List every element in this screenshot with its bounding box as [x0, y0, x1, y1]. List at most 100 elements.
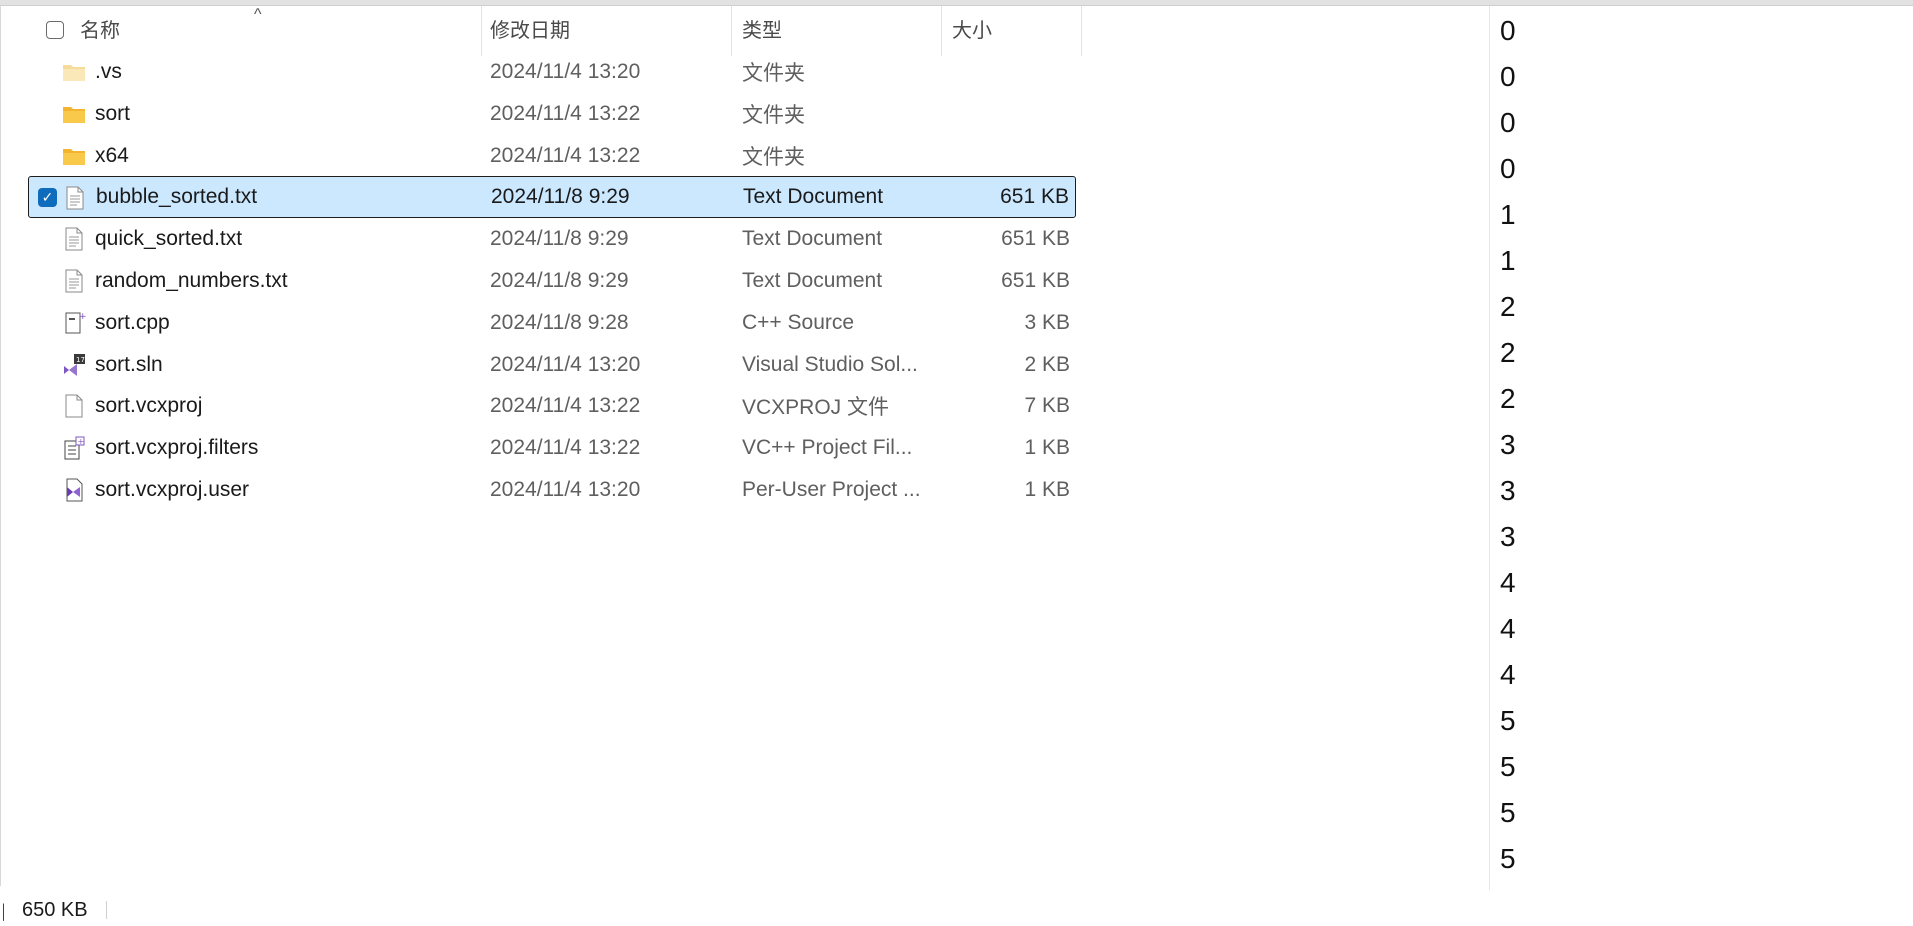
file-modified-date: 2024/11/4 13:22 — [490, 101, 641, 125]
file-modified-date: 2024/11/4 13:22 — [490, 436, 641, 460]
file-name[interactable]: sort.sln — [95, 344, 163, 386]
file-name[interactable]: sort.vcxproj — [95, 385, 202, 427]
status-bar: 目 650 KB — [0, 895, 107, 925]
file-size: 1 KB — [1024, 478, 1070, 501]
file-type: 文件夹 — [742, 145, 805, 169]
text-line: 5 — [1500, 705, 1516, 736]
column-header-name[interactable]: 名称 — [80, 6, 482, 56]
vs-user-file-icon — [61, 477, 87, 503]
svg-text:17: 17 — [76, 356, 85, 364]
text-line: 4 — [1500, 659, 1516, 690]
text-line: 0 — [1500, 153, 1516, 184]
file-row[interactable]: sort.vcxproj.user 2024/11/4 13:20 Per-User… — [28, 469, 1076, 511]
file-name[interactable]: sort.cpp — [95, 302, 170, 344]
svg-text:+: + — [78, 437, 85, 446]
text-line: 2 — [1500, 337, 1516, 368]
file-name[interactable]: sort.vcxproj.user — [95, 469, 249, 511]
file-name[interactable]: .vs — [95, 51, 122, 93]
file-row[interactable]: sort 2024/11/4 13:22 文件夹 — [28, 93, 1076, 135]
file-type: Per-User Project ... — [742, 478, 921, 501]
folder-light-icon — [61, 59, 87, 85]
file-type: Text Document — [742, 269, 883, 292]
column-header-size[interactable]: 大小 — [942, 6, 1082, 56]
file-modified-date: 2024/11/8 9:29 — [490, 227, 629, 251]
file-name[interactable]: random_numbers.txt — [95, 260, 288, 302]
text-line: 1 — [1500, 199, 1516, 230]
project-filters-icon: + — [61, 435, 87, 461]
file-type: Visual Studio Sol... — [742, 352, 918, 376]
text-line: 2 — [1500, 291, 1516, 322]
column-header-row: 名称 ^ 修改日期 类型 大小 — [0, 6, 1082, 56]
folder-icon — [61, 101, 87, 127]
file-size: 2 KB — [1024, 352, 1070, 376]
column-header-name-label: 名称 — [80, 20, 120, 42]
status-item-count-fragment: 目 — [0, 896, 4, 925]
file-row[interactable]: + sort.cpp 2024/11/8 9:28 C++ Source 3 KB — [28, 302, 1076, 344]
text-line: 1 — [1500, 245, 1516, 276]
text-document-icon — [61, 226, 87, 252]
status-selected-size: 650 KB — [22, 898, 88, 921]
select-all-checkbox[interactable] — [46, 21, 64, 39]
text-line: 3 — [1500, 475, 1516, 506]
file-name[interactable]: sort — [95, 93, 130, 135]
text-document-icon — [62, 185, 88, 211]
file-size: 3 KB — [1024, 310, 1070, 334]
file-modified-date: 2024/11/4 13:22 — [490, 394, 641, 418]
text-line: 5 — [1500, 843, 1516, 874]
cpp-source-icon: + — [61, 310, 87, 336]
text-line: 2 — [1500, 383, 1516, 414]
text-document-icon — [61, 268, 87, 294]
text-line: 5 — [1500, 797, 1516, 828]
sort-ascending-icon: ^ — [254, 6, 262, 23]
file-row[interactable]: sort.vcxproj 2024/11/4 13:22 VCXPROJ 文件 7 K… — [28, 385, 1076, 427]
row-checkbox-checked[interactable]: ✓ — [38, 188, 57, 208]
file-name[interactable]: quick_sorted.txt — [95, 218, 242, 260]
file-modified-date: 2024/11/4 13:20 — [490, 60, 641, 83]
file-row[interactable]: random_numbers.txt 2024/11/8 9:29 Text Doc… — [28, 260, 1076, 302]
column-header-type-label: 类型 — [742, 20, 782, 42]
column-header-type[interactable]: 类型 — [732, 6, 942, 56]
file-name[interactable]: sort.vcxproj.filters — [95, 427, 258, 469]
column-header-date[interactable]: 修改日期 — [482, 6, 732, 56]
file-name[interactable]: bubble_sorted.txt — [96, 177, 257, 217]
text-line: 4 — [1500, 567, 1516, 598]
file-modified-date: 2024/11/8 9:29 — [490, 269, 629, 292]
text-line: 4 — [1500, 613, 1516, 644]
status-separator — [105, 901, 107, 919]
text-preview-pane: 0 0 0 0 1 1 2 2 2 3 3 3 4 4 4 5 5 5 5 — [1500, 8, 1560, 882]
file-row[interactable]: quick_sorted.txt 2024/11/8 9:29 Text Docum… — [28, 218, 1076, 260]
file-size: 651 KB — [1000, 185, 1069, 209]
text-line: 0 — [1500, 15, 1516, 46]
file-modified-date: 2024/11/4 13:20 — [490, 478, 641, 501]
file-size: 651 KB — [1001, 269, 1070, 292]
file-name[interactable]: x64 — [95, 135, 129, 177]
folder-icon — [61, 143, 87, 169]
file-modified-date: 2024/11/8 9:28 — [490, 310, 629, 334]
file-type: 文件夹 — [742, 62, 805, 85]
file-type: C++ Source — [742, 310, 855, 334]
text-line: 3 — [1500, 521, 1516, 552]
pane-divider[interactable] — [1489, 6, 1490, 890]
file-type: Text Document — [743, 185, 884, 209]
svg-text:+: + — [79, 312, 87, 322]
file-type: Text Document — [742, 227, 883, 251]
visual-studio-solution-icon: 17 — [61, 352, 87, 378]
file-size: 651 KB — [1001, 227, 1070, 251]
blank-file-icon — [61, 393, 87, 419]
text-line: 0 — [1500, 61, 1516, 92]
file-modified-date: 2024/11/8 9:29 — [491, 185, 630, 209]
column-header-size-label: 大小 — [952, 20, 992, 42]
file-type: VC++ Project Fil... — [742, 436, 913, 460]
file-size: 7 KB — [1024, 394, 1070, 418]
file-row[interactable]: .vs 2024/11/4 13:20 文件夹 — [28, 51, 1076, 93]
column-header-date-label: 修改日期 — [490, 20, 570, 42]
file-type: VCXPROJ 文件 — [742, 396, 890, 420]
file-row[interactable]: ✓ bubble_sorted.txt 2024/11/8 9:29 Text Doc… — [28, 176, 1076, 219]
file-row[interactable]: x64 2024/11/4 13:22 文件夹 — [28, 135, 1076, 177]
file-row[interactable]: 17 sort.sln 2024/11/4 13:20 Visual Studio S… — [28, 344, 1076, 386]
file-modified-date: 2024/11/4 13:22 — [490, 143, 641, 167]
file-modified-date: 2024/11/4 13:20 — [490, 352, 641, 376]
file-type: 文件夹 — [742, 103, 805, 127]
file-row[interactable]: + sort.vcxproj.filters 2024/11/4 13:22 VC++… — [28, 427, 1076, 469]
text-line: 0 — [1500, 107, 1516, 138]
